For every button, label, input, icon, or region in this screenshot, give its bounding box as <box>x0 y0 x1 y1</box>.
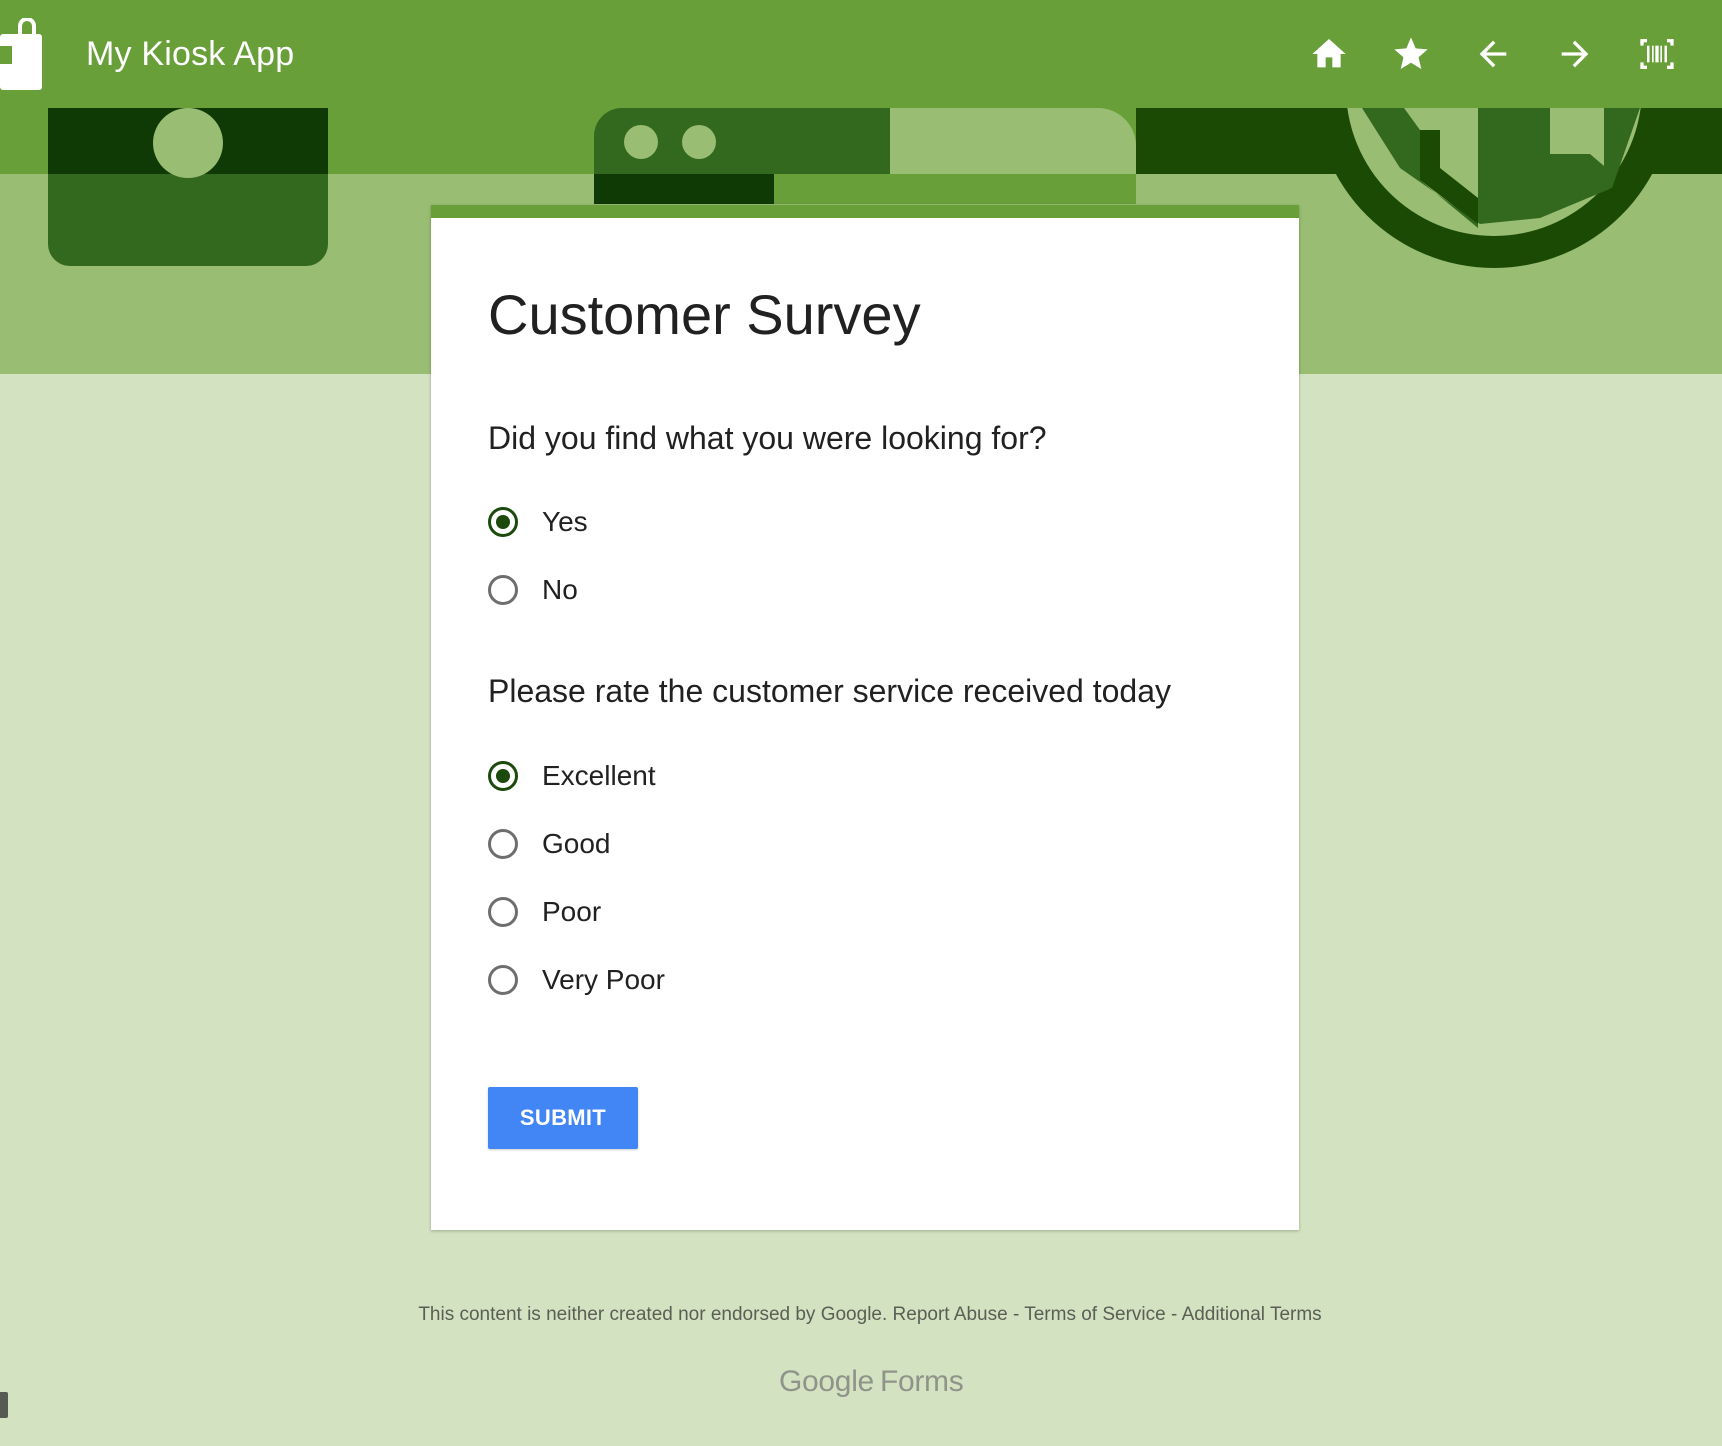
brand-forms: Forms <box>879 1365 964 1398</box>
radio-very-poor[interactable] <box>488 965 518 995</box>
back-button[interactable] <box>1452 26 1534 82</box>
shopping-bag-icon <box>0 18 42 90</box>
favorite-button[interactable] <box>1370 26 1452 82</box>
arrow-back-icon <box>1479 40 1507 68</box>
radio-poor[interactable] <box>488 897 518 927</box>
app-bar: My Kiosk App <box>0 0 1722 108</box>
option-label: Poor <box>542 896 602 927</box>
radio-good[interactable] <box>488 829 518 859</box>
question-found-item: Did you find what you were looking for? <box>488 420 1047 456</box>
star-icon <box>1394 37 1428 69</box>
additional-terms-link[interactable]: Additional Terms <box>1182 1304 1322 1325</box>
radio-yes[interactable] <box>488 507 518 537</box>
option-excellent[interactable]: Excellent <box>488 756 656 796</box>
option-label: Excellent <box>542 760 656 791</box>
forward-button[interactable] <box>1534 26 1616 82</box>
footer-disclaimer: This content is neither created nor endo… <box>0 1302 1722 1328</box>
option-label: Good <box>542 828 611 859</box>
home-icon <box>1312 39 1346 68</box>
barcode-scan-icon <box>1640 39 1674 69</box>
option-very-poor[interactable]: Very Poor <box>488 960 665 1000</box>
option-label: Very Poor <box>542 964 665 995</box>
arrow-forward-icon <box>1561 40 1589 68</box>
option-label: Yes <box>542 506 588 537</box>
disclaimer-text: This content is neither created nor endo… <box>418 1304 888 1325</box>
toolbar <box>1288 26 1698 82</box>
report-abuse-link[interactable]: Report Abuse <box>893 1304 1008 1325</box>
side-drawer-handle[interactable] <box>0 1392 8 1418</box>
option-label: No <box>542 574 578 605</box>
brand-google: Google <box>779 1365 874 1398</box>
option-good[interactable]: Good <box>488 824 611 864</box>
app-title: My Kiosk App <box>86 35 295 73</box>
separator: - <box>1171 1304 1178 1325</box>
terms-of-service-link[interactable]: Terms of Service <box>1024 1304 1165 1325</box>
radio-no[interactable] <box>488 575 518 605</box>
option-no[interactable]: No <box>488 570 578 610</box>
separator: - <box>1012 1304 1020 1325</box>
scan-button[interactable] <box>1616 26 1698 82</box>
form-card: Customer Survey Did you find what you we… <box>431 205 1299 1230</box>
form-title: Customer Survey <box>488 283 921 346</box>
google-forms-logo[interactable]: Google Forms <box>779 1363 964 1401</box>
option-yes[interactable]: Yes <box>488 502 588 542</box>
radio-excellent[interactable] <box>488 761 518 791</box>
question-service-rating: Please rate the customer service receive… <box>488 673 1171 709</box>
home-button[interactable] <box>1288 26 1370 82</box>
submit-button[interactable]: SUBMIT <box>488 1087 638 1149</box>
option-poor[interactable]: Poor <box>488 892 601 932</box>
